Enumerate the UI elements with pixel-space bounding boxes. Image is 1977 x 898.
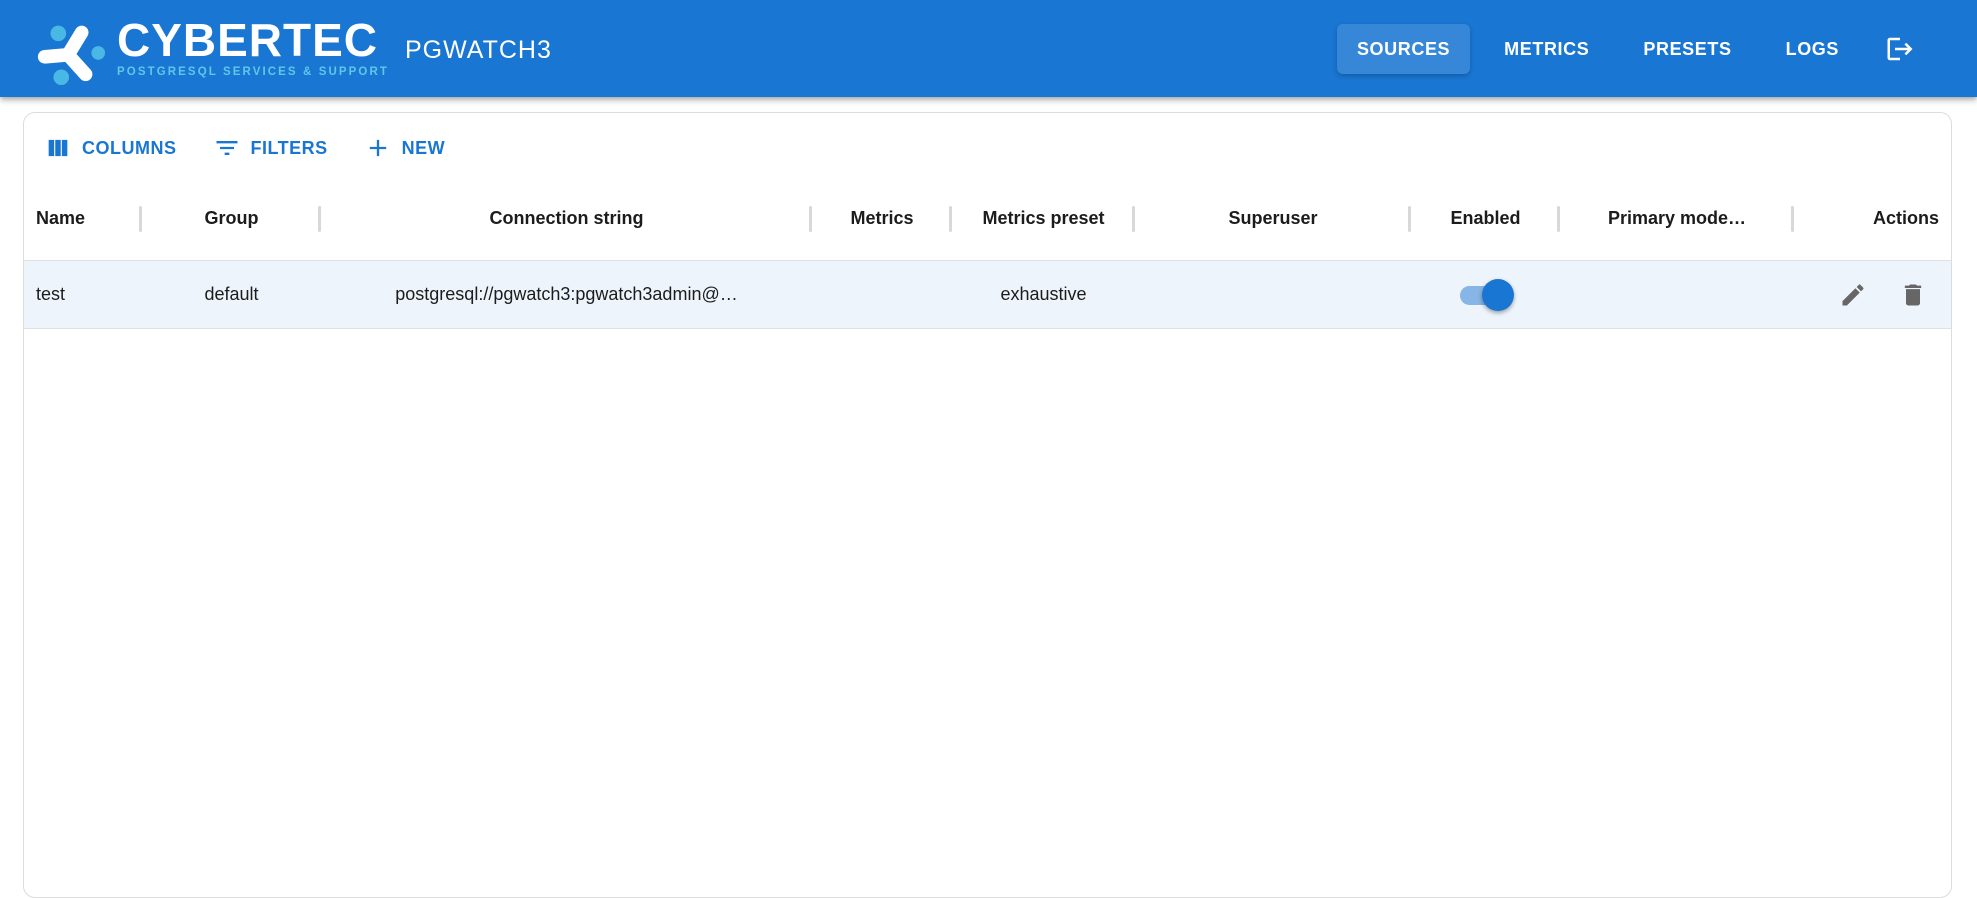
column-header-group[interactable]: Group [142, 177, 321, 260]
column-header-metrics_preset[interactable]: Metrics preset [952, 177, 1135, 260]
column-header-label: Enabled [1450, 208, 1521, 228]
edit-icon [1842, 283, 1864, 305]
column-header-label: Metrics preset [982, 208, 1105, 228]
nav-item-logs[interactable]: LOGS [1766, 24, 1859, 74]
column-header-label: Actions [1872, 208, 1939, 228]
cell-text-name: test [36, 284, 66, 304]
new-button[interactable]: NEW [354, 128, 456, 168]
column-header-label: Name [36, 208, 86, 228]
nav-item-sources[interactable]: SOURCES [1336, 23, 1471, 74]
cell-metrics_preset: exhaustive [952, 261, 1135, 328]
column-header-metrics[interactable]: Metrics [812, 177, 952, 260]
column-header-label: Primary mode… [1607, 208, 1747, 228]
cell-primary_mode [1560, 261, 1794, 328]
toggle-thumb [1481, 278, 1514, 311]
filters-button[interactable]: FILTERS [203, 128, 338, 168]
column-header-label: Metrics [850, 208, 914, 228]
cell-enabled [1411, 261, 1560, 328]
edit-button[interactable] [1835, 277, 1871, 313]
logout-icon [1887, 37, 1913, 60]
column-header-actions[interactable]: Actions [1794, 177, 1951, 260]
grid-header-row: Name Group Connection string Metrics Metrics… [24, 177, 1951, 261]
cell-superuser [1135, 261, 1411, 328]
cell-group: default [142, 261, 321, 328]
delete-button[interactable] [1895, 277, 1931, 313]
filter-list-icon [216, 141, 237, 155]
cell-text-group: default [204, 284, 259, 304]
columns-button-label: COLUMNS [82, 138, 177, 158]
column-header-connection_string[interactable]: Connection string [321, 177, 812, 260]
logout-button[interactable] [1885, 34, 1915, 64]
new-button-label: NEW [401, 138, 446, 158]
nav-item-presets[interactable]: PRESETS [1623, 24, 1751, 74]
column-header-enabled[interactable]: Enabled [1411, 177, 1560, 260]
grid-toolbar: COLUMNS FILTERS NEW [24, 113, 1951, 177]
columns-button[interactable]: COLUMNS [34, 128, 187, 168]
cell-connection_string: postgresql://pgwatch3:pgwatch3admin@… [321, 261, 812, 328]
cybertec-logo-icon [37, 25, 106, 85]
cell-name: test [24, 261, 142, 328]
plus-icon [369, 139, 386, 157]
column-header-primary_mode[interactable]: Primary mode… [1560, 177, 1794, 260]
brand-tagline: POSTGRESQL SERVICES & SUPPORT [117, 66, 389, 79]
filters-button-label: FILTERS [250, 138, 328, 158]
app-bar: CYBERTEC POSTGRESQL SERVICES & SUPPORT P… [0, 0, 1977, 97]
brand: CYBERTEC POSTGRESQL SERVICES & SUPPORT [33, 12, 389, 86]
column-header-name[interactable]: Name [24, 177, 142, 260]
brand-text: CYBERTEC POSTGRESQL SERVICES & SUPPORT [117, 13, 389, 79]
page-title: PGWATCH3 [405, 36, 552, 64]
cell-text-connection_string: postgresql://pgwatch3:pgwatch3admin@… [395, 284, 738, 304]
sources-grid-card: COLUMNS FILTERS NEW Name Group Connection st… [23, 112, 1952, 898]
brand-name: CYBERTEC [117, 13, 379, 66]
cell-metrics [812, 261, 952, 328]
grid-rows: test default postgresql://pgwatch3:pgwatch… [24, 261, 1951, 329]
view-columns-icon [48, 139, 68, 157]
column-header-superuser[interactable]: Superuser [1135, 177, 1411, 260]
column-header-label: Connection string [489, 208, 644, 228]
main-nav: SOURCES METRICS PRESETS LOGS [1336, 23, 1859, 74]
column-header-label: Group [204, 208, 259, 228]
nav-item-metrics[interactable]: METRICS [1484, 24, 1609, 74]
enabled-toggle[interactable] [1458, 278, 1514, 312]
column-header-label: Superuser [1228, 208, 1318, 228]
delete-icon [1904, 284, 1922, 305]
cell-actions [1794, 261, 1951, 328]
source-row-test[interactable]: test default postgresql://pgwatch3:pgwatch… [24, 261, 1951, 329]
cell-text-metrics_preset: exhaustive [1000, 284, 1087, 304]
